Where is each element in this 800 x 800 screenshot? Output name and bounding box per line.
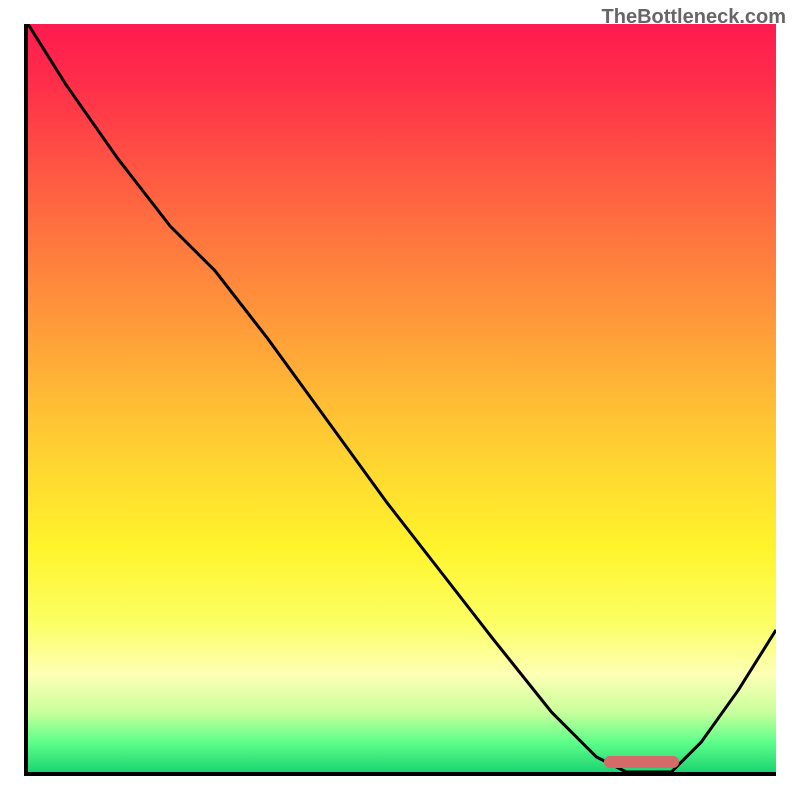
- bottleneck-curve: [28, 24, 776, 772]
- x-axis: [24, 772, 776, 776]
- plot-area: [28, 24, 776, 772]
- chart-container: { "watermark": "TheBottleneck.com", "cha…: [0, 0, 800, 800]
- optimal-range-marker: [604, 756, 679, 768]
- line-svg: [28, 24, 776, 772]
